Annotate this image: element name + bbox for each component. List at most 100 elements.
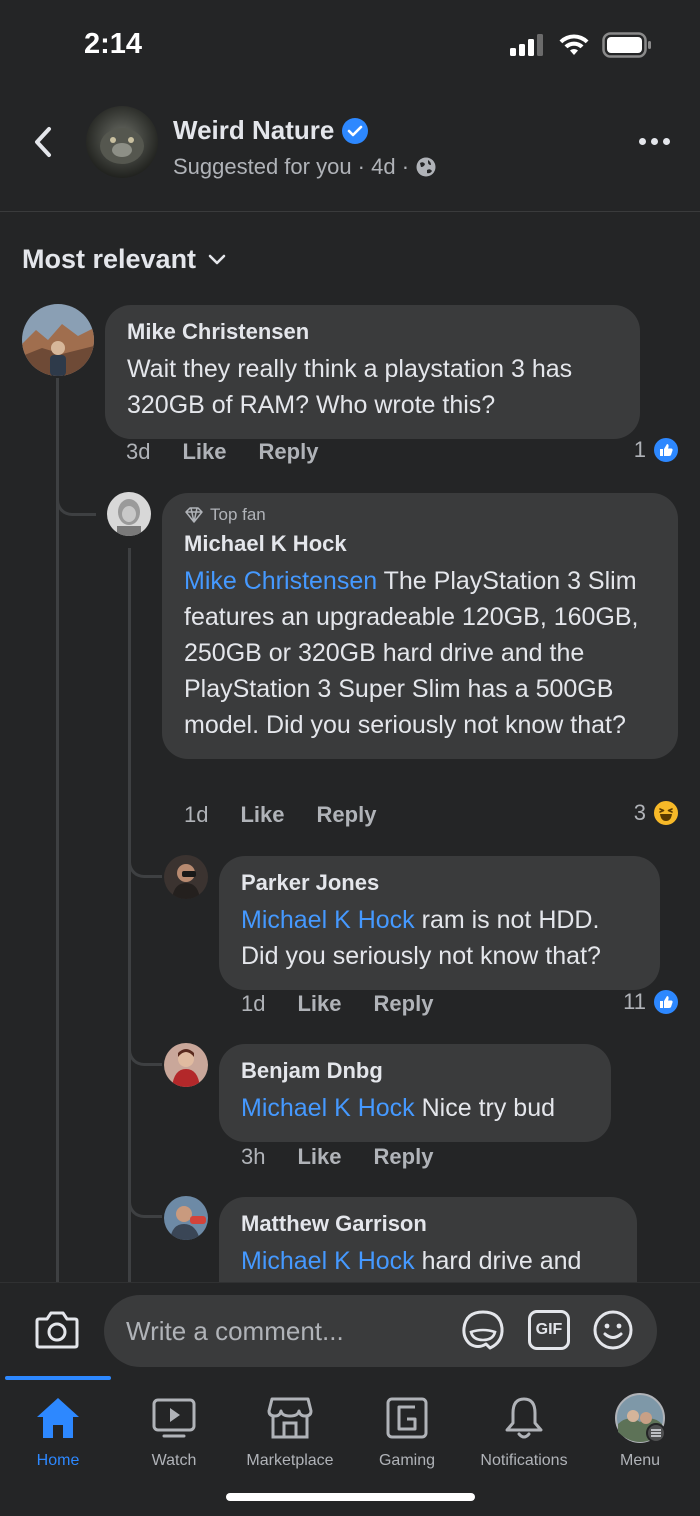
thread-line	[56, 378, 59, 1282]
status-time: 2:14	[84, 28, 143, 60]
comment-time[interactable]: 3d	[126, 439, 150, 465]
comment-actions: 1d Like Reply	[184, 802, 408, 828]
comment-sort-dropdown[interactable]: Most relevant	[22, 244, 226, 275]
comment-bubble[interactable]: Mike Christensen Wait they really think …	[105, 305, 640, 439]
post-header: Weird Nature Suggested for you · 4d ·	[0, 90, 700, 212]
comment-text: Michael K Hock ram is not HDD. Did you s…	[241, 902, 640, 974]
tab-menu[interactable]: Menu	[582, 1392, 698, 1470]
reply-button[interactable]: Reply	[374, 991, 434, 1017]
comment-author[interactable]: Mike Christensen	[127, 319, 620, 345]
like-reaction-icon	[652, 436, 680, 464]
comment-author[interactable]: Parker Jones	[241, 870, 640, 896]
tab-marketplace[interactable]: Marketplace	[232, 1392, 348, 1470]
comment-text: Michael K Hock hard drive and	[241, 1243, 617, 1279]
comment-author[interactable]: Matthew Garrison	[241, 1211, 617, 1237]
tab-label: Marketplace	[246, 1452, 334, 1469]
comment-actions: 1d Like Reply	[241, 991, 465, 1017]
page-avatar-image	[100, 128, 144, 164]
cellular-signal-icon	[510, 34, 543, 56]
menu-avatar-icon	[615, 1393, 666, 1443]
avatar-image	[22, 304, 94, 376]
status-bar: 2:14	[0, 0, 700, 90]
avatar-sticker-icon[interactable]	[460, 1308, 506, 1352]
tab-home[interactable]: Home	[0, 1392, 116, 1470]
comment-time[interactable]: 3h	[241, 1144, 265, 1170]
tab-label: Watch	[151, 1452, 197, 1469]
reaction-summary[interactable]: 3	[634, 799, 680, 827]
back-button[interactable]	[26, 120, 60, 164]
avatar-image	[164, 855, 208, 899]
composer-icons: GIF	[460, 1308, 634, 1352]
tab-notifications[interactable]: Notifications	[466, 1392, 582, 1470]
mention-link[interactable]: Michael K Hock	[241, 906, 415, 934]
gaming-icon	[386, 1397, 428, 1439]
top-fan-label: Top fan	[210, 505, 266, 524]
mention-link[interactable]: Mike Christensen	[184, 567, 377, 595]
comment-bubble[interactable]: Parker Jones Michael K Hock ram is not H…	[219, 856, 660, 990]
reaction-summary[interactable]: 11	[623, 988, 680, 1016]
reaction-count: 11	[623, 989, 646, 1014]
diamond-icon	[185, 507, 203, 523]
avatar[interactable]	[22, 304, 94, 376]
page-name[interactable]: Weird Nature	[173, 115, 369, 146]
tab-gaming[interactable]: Gaming	[349, 1392, 465, 1470]
avatar[interactable]	[164, 1196, 208, 1240]
thread-elbow	[128, 1172, 162, 1218]
mention-link[interactable]: Michael K Hock	[241, 1094, 415, 1122]
avatar-image	[164, 1043, 208, 1087]
comment-composer: GIF	[0, 1282, 700, 1376]
more-options-button[interactable]	[636, 126, 672, 156]
page-avatar[interactable]	[86, 106, 158, 178]
post-meta-text: Suggested for you · 4d ·	[173, 154, 410, 179]
more-dot-icon	[662, 137, 670, 145]
top-fan-badge: Top fan	[184, 505, 658, 525]
like-button[interactable]: Like	[240, 802, 284, 828]
page-name-text[interactable]: Weird Nature	[173, 115, 334, 146]
comment-time[interactable]: 1d	[184, 802, 208, 828]
chevron-down-icon	[208, 254, 226, 264]
comment-body: hard drive and	[414, 1247, 582, 1275]
comment-text: Michael K Hock Nice try bud	[241, 1090, 591, 1126]
gif-button[interactable]: GIF	[528, 1310, 570, 1350]
chevron-left-icon	[35, 127, 51, 157]
comment-bubble[interactable]: Benjam Dnbg Michael K Hock Nice try bud	[219, 1044, 611, 1142]
tab-label: Menu	[619, 1452, 661, 1469]
emoji-icon[interactable]	[592, 1309, 634, 1351]
status-icons	[510, 32, 652, 58]
like-button[interactable]: Like	[182, 439, 226, 465]
tab-label: Home	[36, 1452, 80, 1469]
home-indicator	[226, 1493, 475, 1501]
mention-link[interactable]: Michael K Hock	[241, 1247, 415, 1275]
reaction-count: 1	[633, 437, 646, 462]
comment-body: Nice try bud	[414, 1094, 556, 1122]
tab-watch[interactable]: Watch	[116, 1392, 232, 1470]
comment-author[interactable]: Michael K Hock	[184, 531, 658, 557]
camera-button[interactable]	[34, 1307, 80, 1351]
thread-elbow	[128, 830, 162, 878]
like-button[interactable]: Like	[297, 991, 341, 1017]
globe-icon	[416, 157, 436, 177]
more-dot-icon	[650, 137, 658, 145]
avatar[interactable]	[107, 492, 151, 536]
like-reaction-icon	[652, 988, 680, 1016]
tab-label: Gaming	[378, 1452, 436, 1469]
reaction-summary[interactable]: 1	[634, 436, 680, 464]
battery-icon	[602, 32, 651, 58]
comment-bubble[interactable]: Top fan Michael K Hock Mike Christensen …	[162, 493, 678, 759]
camera-icon	[35, 1311, 79, 1349]
sort-label: Most relevant	[22, 244, 197, 274]
bell-icon	[505, 1397, 543, 1439]
reaction-count: 3	[633, 800, 646, 825]
reply-button[interactable]: Reply	[259, 439, 319, 465]
avatar[interactable]	[164, 1043, 208, 1087]
comment-actions: 3h Like Reply	[241, 1144, 465, 1170]
comment-author[interactable]: Benjam Dnbg	[241, 1058, 591, 1084]
comment-time[interactable]: 1d	[241, 991, 265, 1017]
post-meta: Suggested for you · 4d ·	[173, 154, 437, 180]
thread-elbow	[128, 1018, 162, 1066]
home-icon	[37, 1398, 79, 1438]
reply-button[interactable]: Reply	[374, 1144, 434, 1170]
reply-button[interactable]: Reply	[317, 802, 377, 828]
avatar[interactable]	[164, 855, 208, 899]
like-button[interactable]: Like	[297, 1144, 341, 1170]
